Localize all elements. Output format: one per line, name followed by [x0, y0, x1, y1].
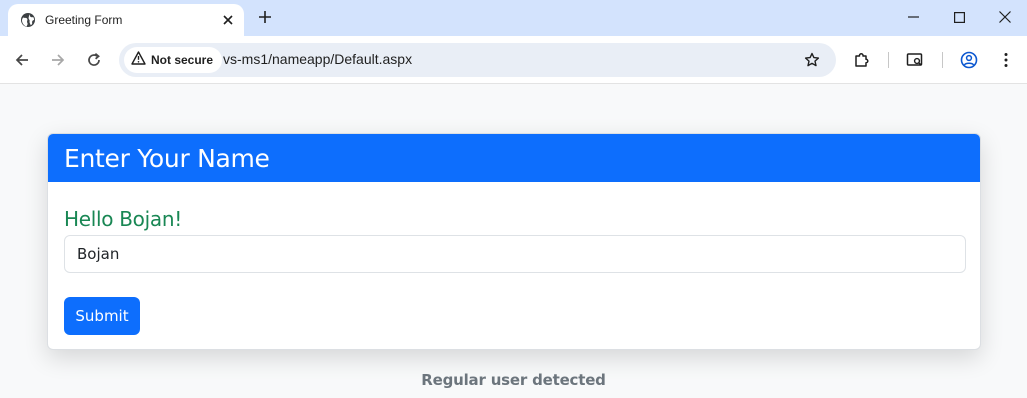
address-bar[interactable]: Not secure vs-ms1/nameapp/Default.aspx — [119, 43, 836, 77]
status-message: Regular user detected — [421, 371, 606, 389]
profile-icon[interactable] — [957, 48, 981, 72]
toolbar-divider — [942, 52, 943, 68]
plus-icon[interactable] — [254, 6, 276, 28]
security-label: Not secure — [151, 53, 214, 67]
security-chip[interactable]: Not secure — [124, 47, 223, 73]
globe-icon — [20, 12, 36, 28]
warning-icon — [131, 50, 146, 70]
card-header: Enter Your Name — [48, 134, 980, 182]
reload-icon[interactable] — [82, 48, 106, 72]
greeting-message: Hello Bojan! — [64, 207, 182, 231]
browser-tab[interactable]: Greeting Form — [8, 4, 244, 36]
back-arrow-icon[interactable] — [10, 48, 34, 72]
tab-strip: Greeting Form — [0, 0, 1027, 36]
star-icon[interactable] — [800, 48, 824, 72]
reading-mode-icon[interactable] — [903, 48, 927, 72]
forward-arrow-icon[interactable] — [46, 48, 70, 72]
card-title: Enter Your Name — [64, 143, 270, 173]
submit-button[interactable]: Submit — [64, 297, 140, 335]
browser-toolbar: Not secure vs-ms1/nameapp/Default.aspx — [0, 36, 1027, 84]
name-input[interactable] — [64, 235, 966, 273]
tab-title: Greeting Form — [45, 13, 123, 27]
url-text: vs-ms1/nameapp/Default.aspx — [223, 51, 413, 67]
minimize-icon[interactable] — [891, 3, 935, 31]
maximize-icon[interactable] — [937, 3, 981, 31]
puzzle-icon[interactable] — [850, 48, 874, 72]
window-close-icon[interactable] — [983, 3, 1027, 31]
close-icon[interactable] — [218, 10, 238, 30]
greeting-card: Enter Your Name Hello Bojan! Submit — [47, 133, 981, 350]
kebab-menu-icon[interactable] — [994, 48, 1018, 72]
toolbar-divider — [888, 52, 889, 68]
